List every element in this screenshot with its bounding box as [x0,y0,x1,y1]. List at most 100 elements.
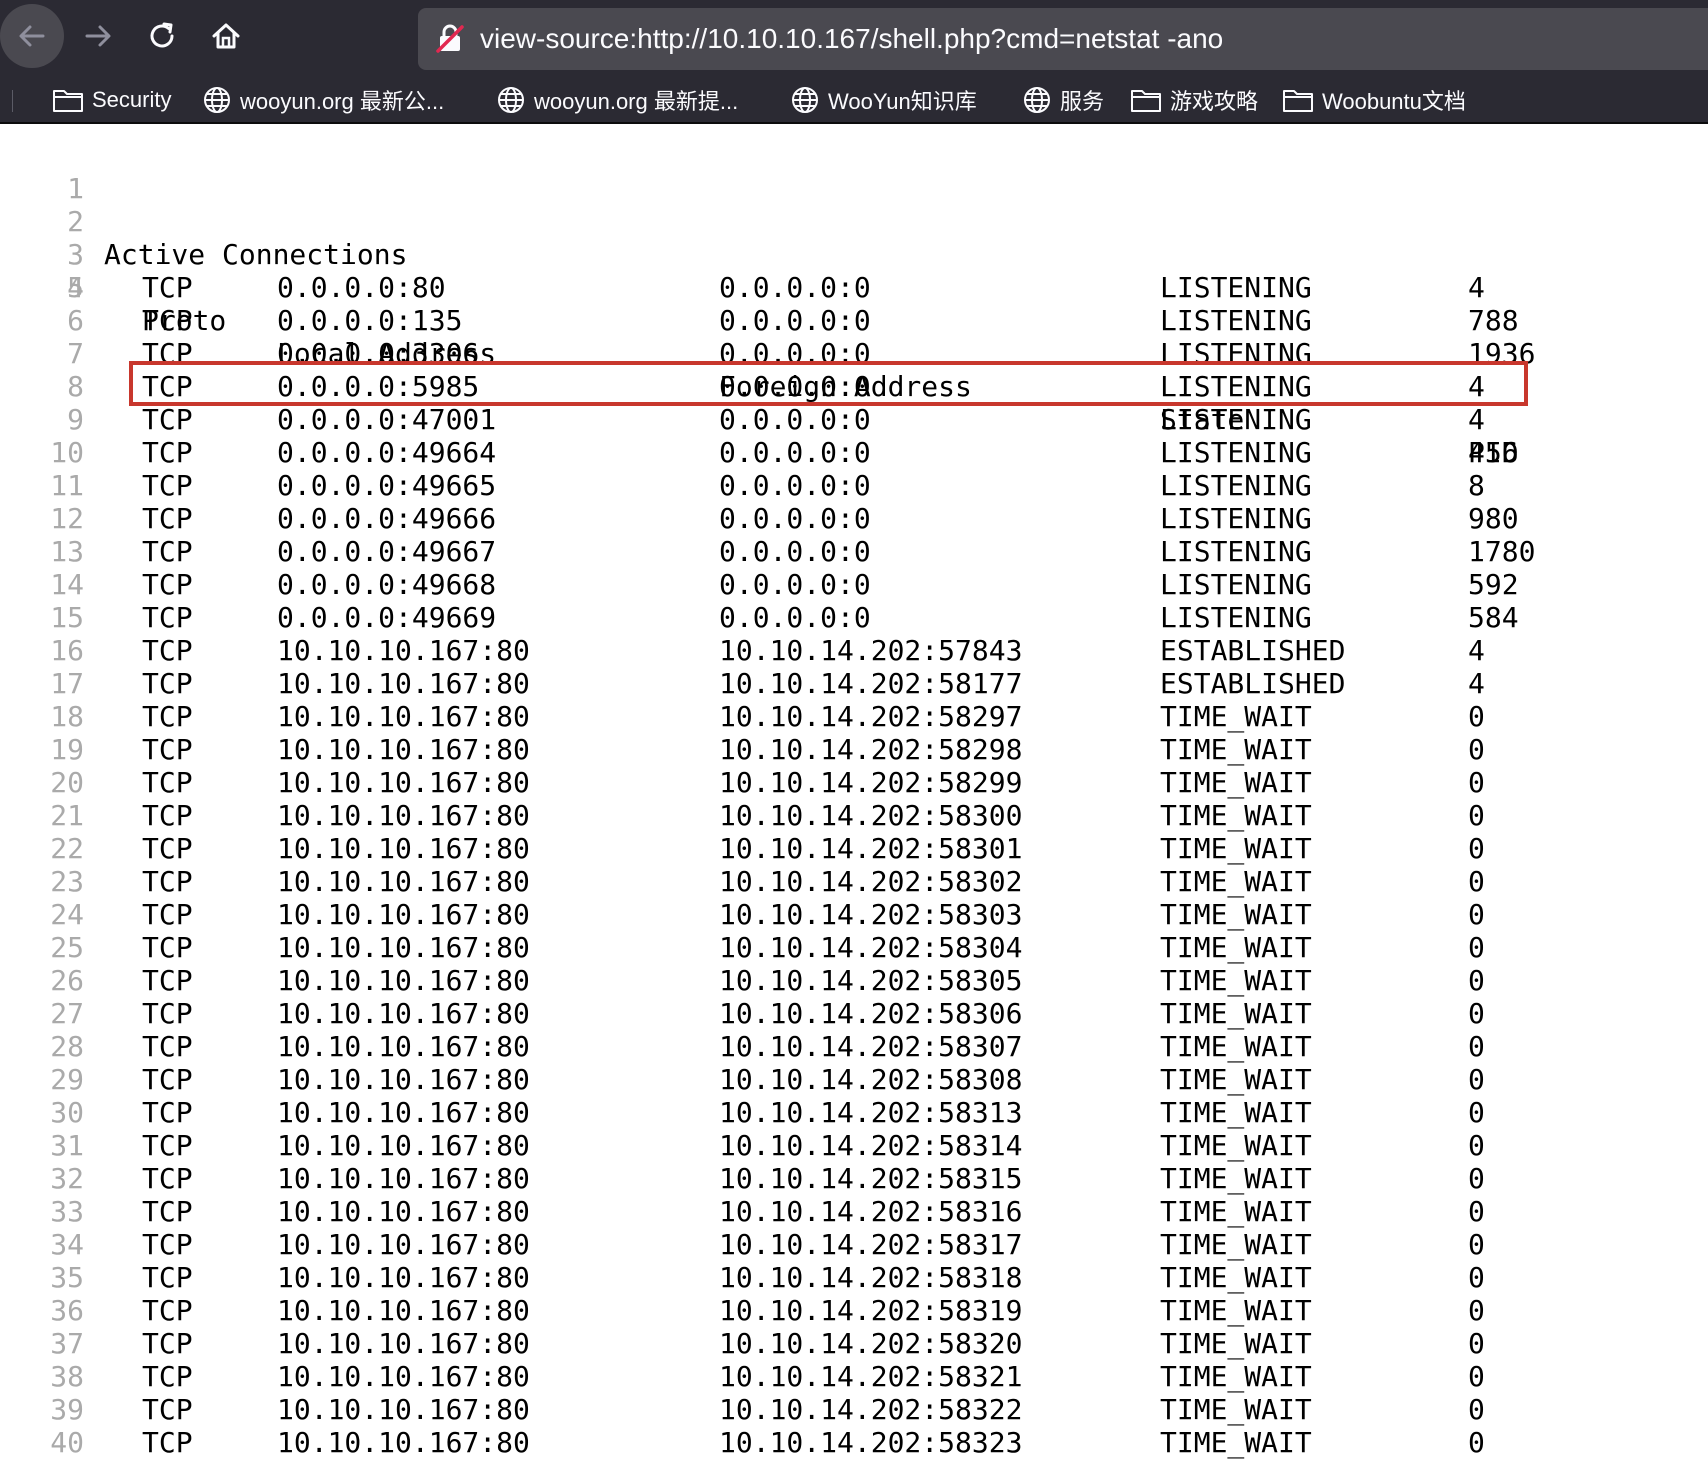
cell-pid: 592 [1468,568,1519,601]
bookmark-services[interactable]: 服务 [1022,78,1104,122]
line-number: 40 [50,1426,84,1459]
table-row: 16 TCP 10.10.10.167:80 10.10.14.202:57843 ES… [0,634,1708,667]
cell-foreign-address: 10.10.14.202:58177 [719,667,1023,700]
bookmark-woobuntu-docs[interactable]: Woobuntu文档 [1282,78,1466,122]
cell-proto: TCP [142,1096,193,1129]
line-number: 33 [50,1195,84,1228]
cell-proto: TCP [142,1360,193,1393]
cell-state: TIME_WAIT [1160,832,1312,865]
cell-state: LISTENING [1160,436,1312,469]
bookmark-wooyun-public[interactable]: wooyun.org 最新公... [202,78,444,122]
bookmark-wooyun-kb[interactable]: WooYun知识库 [790,78,977,122]
cell-pid: 0 [1468,1360,1485,1393]
cell-proto: TCP [142,964,193,997]
url-text[interactable]: view-source:http://10.10.10.167/shell.ph… [480,8,1223,70]
cell-pid: 0 [1468,1261,1485,1294]
cell-foreign-address: 0.0.0.0:0 [719,502,871,535]
line-number: 19 [50,733,84,766]
reload-icon [150,22,174,48]
bookmark-label: WooYun知识库 [828,89,977,114]
line-number: 18 [50,700,84,733]
cell-pid: 4 [1468,271,1485,304]
cell-pid: 0 [1468,1195,1485,1228]
cell-state: ESTABLISHED [1160,634,1346,667]
cell-proto: TCP [142,271,193,304]
cell-local-address: 10.10.10.167:80 [277,964,530,997]
cell-pid: 4 [1468,667,1485,700]
cell-local-address: 0.0.0.0:135 [277,304,463,337]
cell-local-address: 10.10.10.167:80 [277,1393,530,1426]
line-number: 14 [50,568,84,601]
line-number: 8 [67,370,84,403]
line-number: 13 [50,535,84,568]
cell-proto: TCP [142,535,193,568]
line-number: 7 [67,337,84,370]
cell-local-address: 10.10.10.167:80 [277,898,530,931]
bookmark-game-guides[interactable]: 游戏攻略 [1130,78,1258,122]
forward-button[interactable] [66,4,130,68]
cell-pid: 0 [1468,898,1485,931]
line-number: 36 [50,1294,84,1327]
globe-icon [498,87,524,113]
line-number: 15 [50,601,84,634]
highlight-box [129,361,1528,406]
insecure-connection-icon [436,24,464,53]
table-row: 32 TCP 10.10.10.167:80 10.10.14.202:58315 TI… [0,1162,1708,1195]
bookmark-wooyun-submit[interactable]: wooyun.org 最新提... [496,78,738,122]
cell-local-address: 10.10.10.167:80 [277,766,530,799]
table-row: 11 TCP 0.0.0.0:49665 0.0.0.0:0 LISTENING 8 [0,469,1708,502]
cell-foreign-address: 10.10.14.202:58320 [719,1327,1023,1360]
source-line: 3 [0,205,1708,271]
cell-local-address: 10.10.10.167:80 [277,865,530,898]
cell-proto: TCP [142,502,193,535]
line-number: 35 [50,1261,84,1294]
cell-local-address: 10.10.10.167:80 [277,1162,530,1195]
cell-state: TIME_WAIT [1160,1063,1312,1096]
bookmark-security[interactable]: Security [52,78,171,122]
table-row: 12 TCP 0.0.0.0:49666 0.0.0.0:0 LISTENING 980 [0,502,1708,535]
line-number: 5 [67,271,84,304]
cell-proto: TCP [142,997,193,1030]
cell-local-address: 0.0.0.0:49666 [277,502,497,535]
cell-state: TIME_WAIT [1160,997,1312,1030]
cell-pid: 0 [1468,766,1485,799]
line-number: 22 [50,832,84,865]
line-number: 27 [50,997,84,1030]
cell-foreign-address: 10.10.14.202:58298 [719,733,1023,766]
line-number: 20 [50,766,84,799]
cell-proto: TCP [142,898,193,931]
cell-pid: 0 [1468,1096,1485,1129]
line-number: 38 [50,1360,84,1393]
cell-foreign-address: 0.0.0.0:0 [719,535,871,568]
cell-pid: 0 [1468,799,1485,832]
table-row: 37 TCP 10.10.10.167:80 10.10.14.202:58320 TI… [0,1327,1708,1360]
cell-local-address: 10.10.10.167:80 [277,1426,530,1459]
cell-pid: 0 [1468,997,1485,1030]
cell-local-address: 10.10.10.167:80 [277,1195,530,1228]
cell-local-address: 0.0.0.0:49665 [277,469,497,502]
cell-local-address: 10.10.10.167:80 [277,733,530,766]
cell-state: LISTENING [1160,502,1312,535]
table-row: 14 TCP 0.0.0.0:49668 0.0.0.0:0 LISTENING 592 [0,568,1708,601]
line-number: 28 [50,1030,84,1063]
address-bar[interactable]: view-source:http://10.10.10.167/shell.ph… [418,8,1708,70]
cell-pid: 0 [1468,964,1485,997]
cell-proto: TCP [142,469,193,502]
globe-icon [1024,87,1050,113]
cell-state: TIME_WAIT [1160,1129,1312,1162]
table-row: 25 TCP 10.10.10.167:80 10.10.14.202:58304 TI… [0,931,1708,964]
globe-icon [792,87,818,113]
cell-foreign-address: 0.0.0.0:0 [719,304,871,337]
home-button[interactable] [194,4,258,68]
view-source-content: 1 2 Active Connections 3 4 Proto Local A… [0,124,1708,1462]
back-button[interactable] [0,4,64,68]
cell-proto: TCP [142,799,193,832]
cell-pid: 8 [1468,469,1485,502]
reload-button[interactable] [130,4,194,68]
line-number: 31 [50,1129,84,1162]
line-number: 32 [50,1162,84,1195]
cell-pid: 456 [1468,436,1519,469]
cell-local-address: 10.10.10.167:80 [277,931,530,964]
cell-proto: TCP [142,634,193,667]
table-row: 38 TCP 10.10.10.167:80 10.10.14.202:58321 TI… [0,1360,1708,1393]
